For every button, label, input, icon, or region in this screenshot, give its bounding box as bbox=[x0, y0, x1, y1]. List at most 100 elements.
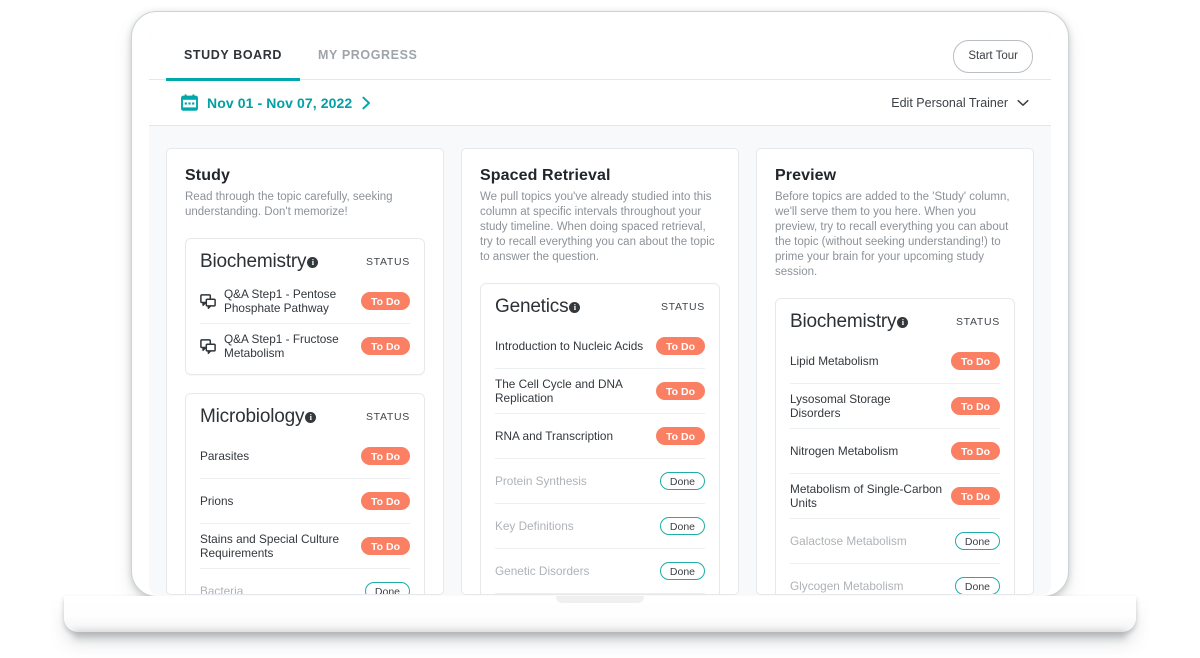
topic-row[interactable]: Glycogen Metabolism Done bbox=[790, 563, 1000, 594]
topic-row[interactable]: Metabolism of Single-Carbon Units To Do bbox=[790, 473, 1000, 518]
topic-name: Q&A Step1 - Pentose Phosphate Pathway bbox=[224, 286, 337, 316]
topic-name: The Cell Cycle and DNA Replication bbox=[495, 376, 623, 406]
study-board-columns: Study Read through the topic carefully, s… bbox=[149, 126, 1051, 595]
subject-name: Biochemistry i bbox=[790, 311, 909, 333]
info-icon[interactable]: i bbox=[897, 316, 909, 328]
column-description: Before topics are added to the 'Study' c… bbox=[775, 191, 1010, 278]
calendar-icon bbox=[181, 94, 207, 111]
laptop-screen: STUDY BOARD MY PROGRESS Start Tour Nov 0… bbox=[149, 31, 1051, 595]
laptop-mockup: STUDY BOARD MY PROGRESS Start Tour Nov 0… bbox=[0, 0, 1200, 658]
status-badge[interactable]: To Do bbox=[656, 337, 705, 355]
column-description: We pull topics you've already studied in… bbox=[480, 191, 715, 263]
status-badge[interactable]: To Do bbox=[951, 487, 1000, 505]
topic-name: Stains and Special Culture Requirements bbox=[200, 531, 340, 561]
status-badge[interactable]: To Do bbox=[361, 447, 410, 465]
edit-personal-trainer-label: Edit Personal Trainer bbox=[891, 96, 1008, 110]
topic-row[interactable]: Q&A Step1 - Fructose Metabolism To Do bbox=[200, 323, 410, 368]
board-column: Spaced Retrieval We pull topics you've al… bbox=[461, 148, 739, 595]
topic-row[interactable]: Stains and Special Culture Requirements T… bbox=[200, 523, 410, 568]
chevron-right-icon[interactable] bbox=[352, 96, 372, 110]
subject-name-label: Genetics bbox=[495, 296, 569, 317]
status-badge[interactable]: To Do bbox=[361, 537, 410, 555]
status-column-header: STATUS bbox=[660, 301, 705, 313]
chat-icon bbox=[200, 293, 224, 309]
status-badge[interactable]: Done bbox=[659, 562, 705, 580]
status-badge[interactable]: Done bbox=[364, 582, 410, 594]
topic-row[interactable]: RNA and Transcription To Do bbox=[495, 413, 705, 458]
topic-name: Galactose Metabolism bbox=[790, 533, 907, 548]
info-icon[interactable]: i bbox=[305, 411, 317, 423]
topic-row[interactable]: Genetic Disorders Done bbox=[495, 548, 705, 593]
column-title: Study bbox=[185, 167, 230, 184]
laptop-base-notch bbox=[556, 596, 644, 603]
column-title: Spaced Retrieval bbox=[480, 167, 611, 184]
topic-row[interactable]: Lysosomal Storage Disorders To Do bbox=[790, 383, 1000, 428]
topic-row[interactable]: Nitrogen Metabolism To Do bbox=[790, 428, 1000, 473]
status-badge[interactable]: To Do bbox=[951, 352, 1000, 370]
status-column-header: STATUS bbox=[365, 256, 410, 268]
subject-name: Microbiology i bbox=[200, 406, 317, 428]
column-description: Read through the topic carefully, seekin… bbox=[185, 191, 393, 218]
subject-card: Biochemistry i STATUS Lipid Metabolism To Do… bbox=[775, 298, 1015, 594]
subject-name: Biochemistry i bbox=[200, 251, 319, 273]
tab-my-progress[interactable]: MY PROGRESS bbox=[300, 31, 435, 80]
subject-name-label: Biochemistry bbox=[200, 251, 307, 272]
date-range-label[interactable]: Nov 01 - Nov 07, 2022 bbox=[207, 95, 352, 111]
info-icon[interactable]: i bbox=[307, 256, 319, 268]
topic-row[interactable]: Protein Synthesis Done bbox=[495, 458, 705, 503]
topic-name: Key Definitions bbox=[495, 518, 574, 533]
status-badge[interactable]: To Do bbox=[361, 337, 410, 355]
topic-name: Parasites bbox=[200, 448, 250, 463]
status-badge[interactable]: Done bbox=[954, 577, 1000, 594]
topic-name: Q&A Step1 - Fructose Metabolism bbox=[224, 331, 339, 361]
laptop-base-shadow bbox=[74, 630, 1126, 640]
status-badge[interactable]: To Do bbox=[656, 427, 705, 445]
status-badge[interactable]: To Do bbox=[361, 492, 410, 510]
subject-card-header: Microbiology i STATUS bbox=[200, 406, 410, 428]
topic-row[interactable]: Bacteria Done bbox=[200, 568, 410, 594]
topic-row[interactable]: Prions To Do bbox=[200, 478, 410, 523]
topic-row[interactable]: Introduction to Nucleic Acids To Do bbox=[495, 324, 705, 368]
topic-name: Metabolism of Single-Carbon Units bbox=[790, 481, 943, 511]
topic-name: Lysosomal Storage Disorders bbox=[790, 391, 891, 421]
board-column: Preview Before topics are added to the 'S… bbox=[756, 148, 1034, 595]
topic-name: Genetic Disorders bbox=[495, 563, 590, 578]
date-bar: Nov 01 - Nov 07, 2022 Edit Personal Trai… bbox=[149, 80, 1051, 126]
study-board-app: STUDY BOARD MY PROGRESS Start Tour Nov 0… bbox=[149, 31, 1051, 595]
subject-card-header: Genetics i STATUS bbox=[495, 296, 705, 318]
topic-row[interactable]: Key Definitions Done bbox=[495, 503, 705, 548]
chevron-down-icon bbox=[1008, 99, 1029, 107]
status-badge[interactable]: Done bbox=[659, 472, 705, 490]
topic-row[interactable]: Population GeneticsDone bbox=[495, 593, 705, 594]
topic-name: Prions bbox=[200, 493, 234, 508]
topic-row[interactable]: Parasites To Do bbox=[200, 434, 410, 478]
tab-my-progress-label: MY PROGRESS bbox=[318, 47, 418, 62]
topic-row[interactable]: The Cell Cycle and DNA Replication To Do bbox=[495, 368, 705, 413]
subject-card-header: Biochemistry i STATUS bbox=[790, 311, 1000, 333]
status-column-header: STATUS bbox=[365, 411, 410, 423]
start-tour-button[interactable]: Start Tour bbox=[953, 40, 1033, 73]
topic-name: Nitrogen Metabolism bbox=[790, 443, 899, 458]
topic-row[interactable]: Q&A Step1 - Pentose Phosphate Pathway To … bbox=[200, 279, 410, 323]
status-badge[interactable]: To Do bbox=[951, 442, 1000, 460]
status-badge[interactable]: To Do bbox=[951, 397, 1000, 415]
info-icon[interactable]: i bbox=[569, 301, 581, 313]
topic-row[interactable]: Lipid Metabolism To Do bbox=[790, 339, 1000, 383]
status-badge[interactable]: Done bbox=[659, 517, 705, 535]
topic-name: Lipid Metabolism bbox=[790, 353, 879, 368]
status-badge[interactable]: Done bbox=[954, 532, 1000, 550]
topic-name: Protein Synthesis bbox=[495, 473, 587, 488]
start-tour-label: Start Tour bbox=[968, 50, 1018, 62]
topic-name: Introduction to Nucleic Acids bbox=[495, 338, 644, 353]
topic-name: RNA and Transcription bbox=[495, 428, 614, 443]
topic-name: Glycogen Metabolism bbox=[790, 578, 904, 593]
status-badge[interactable]: To Do bbox=[361, 292, 410, 310]
subject-card-header: Biochemistry i STATUS bbox=[200, 251, 410, 273]
subject-card: Microbiology i STATUS Parasites To Do Prions T… bbox=[185, 393, 425, 594]
status-badge[interactable]: To Do bbox=[656, 382, 705, 400]
board-column: Study Read through the topic carefully, s… bbox=[166, 148, 444, 595]
topic-row[interactable]: Galactose Metabolism Done bbox=[790, 518, 1000, 563]
tab-study-board-label: STUDY BOARD bbox=[184, 47, 283, 62]
tab-study-board[interactable]: STUDY BOARD bbox=[166, 31, 301, 81]
edit-personal-trainer-dropdown[interactable]: Edit Personal Trainer bbox=[891, 80, 1029, 126]
